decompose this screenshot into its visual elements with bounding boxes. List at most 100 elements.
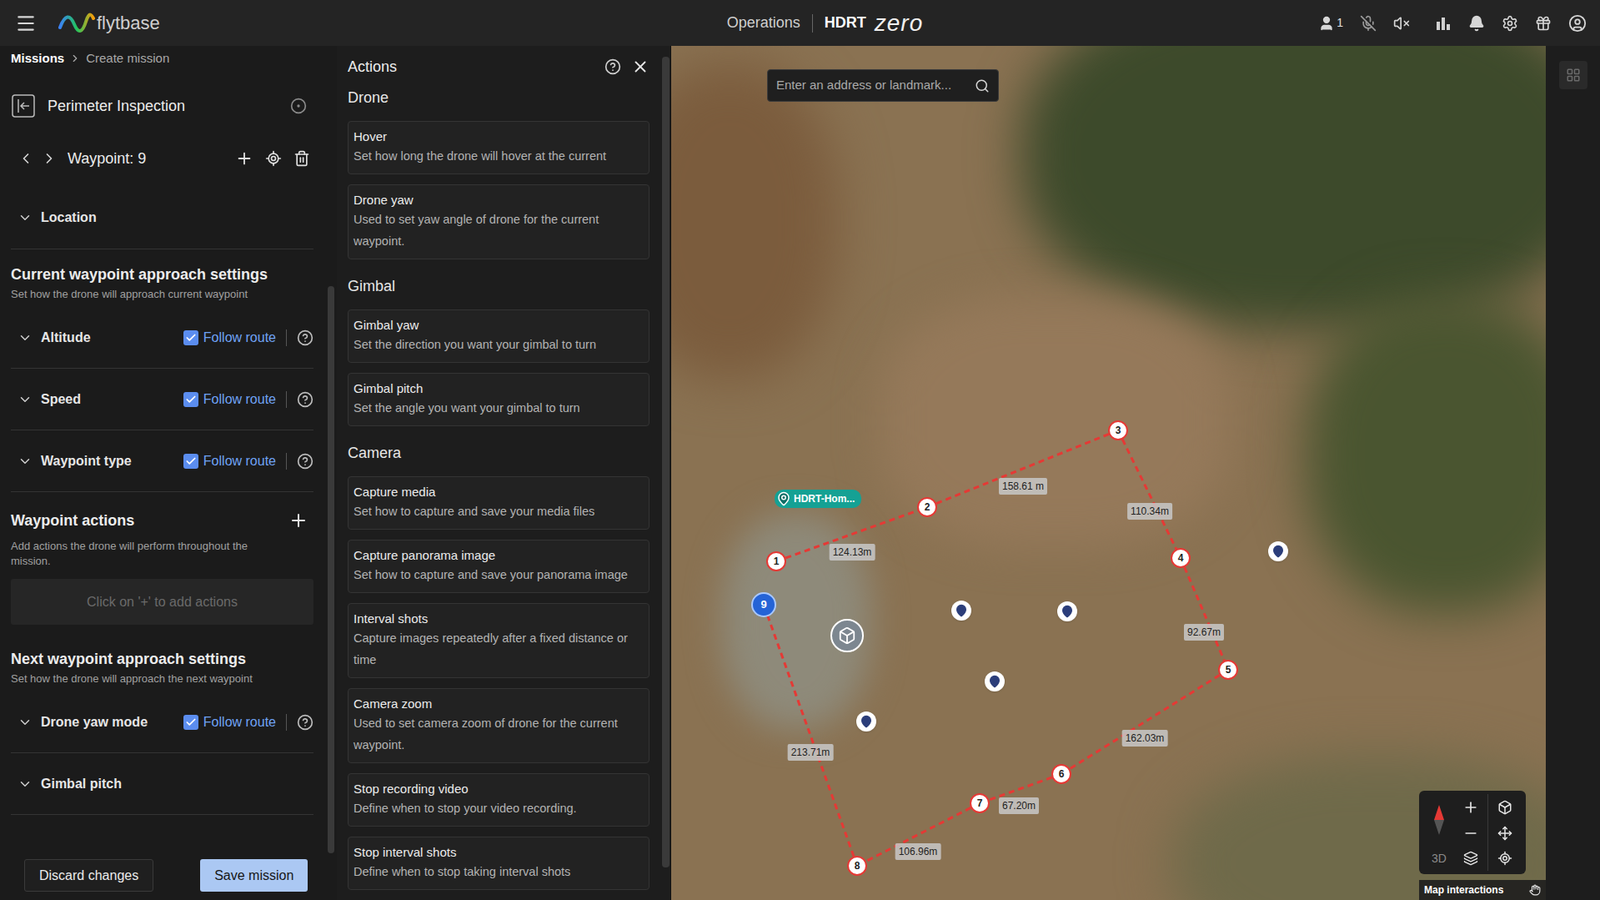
checkbox[interactable] (183, 714, 199, 730)
gift-icon[interactable] (1534, 15, 1552, 32)
chevron-icon[interactable] (17, 453, 33, 469)
action-card[interactable]: HoverSet how long the drone will hover a… (347, 120, 650, 175)
setting-row[interactable]: Drone yaw modeFollow route (10, 691, 314, 753)
layers-icon[interactable] (1463, 850, 1479, 866)
section-subtitle: Set how the drone will approach current … (10, 286, 314, 302)
pin-icon (954, 603, 969, 617)
poi-marker[interactable] (984, 671, 1005, 692)
scrollbar-thumb[interactable] (327, 285, 335, 853)
menu-icon[interactable] (15, 12, 37, 35)
map-search-input[interactable] (776, 75, 975, 96)
action-card[interactable]: Drone yawUsed to set yaw angle of drone … (347, 184, 650, 260)
waypoint-marker[interactable]: 6 (1051, 763, 1072, 784)
location-row[interactable]: Location (10, 186, 314, 250)
participants[interactable]: 1 (1318, 14, 1344, 32)
follow-route-label[interactable]: Follow route (203, 451, 276, 472)
compass-icon[interactable] (1430, 802, 1448, 837)
add-waypoint-icon[interactable] (235, 149, 254, 168)
action-card[interactable]: Interval shotsCapture images repeatedly … (347, 602, 650, 678)
analytics-icon[interactable] (1434, 15, 1452, 32)
poi-marker[interactable] (951, 600, 972, 621)
add-action-icon[interactable] (288, 510, 309, 531)
help-icon[interactable] (296, 329, 314, 347)
waypoint-marker[interactable]: 1 (766, 551, 787, 572)
discard-changes-button[interactable]: Discard changes (24, 858, 154, 892)
poi-marker[interactable] (1268, 541, 1289, 562)
help-icon[interactable] (296, 452, 314, 470)
breadcrumb-item[interactable]: Missions (10, 49, 65, 69)
nav-operations[interactable]: Operations (727, 11, 801, 35)
follow-route-label[interactable]: Follow route (203, 327, 276, 348)
action-card[interactable]: Gimbal yawSet the direction you want you… (347, 309, 650, 363)
action-card[interactable]: Stop interval shotsDefine when to stop t… (347, 836, 650, 890)
gear-icon[interactable] (1501, 15, 1519, 32)
chevron-icon[interactable] (17, 210, 33, 226)
action-card[interactable]: Capture mediaSet how to capture and save… (347, 476, 650, 530)
help-icon[interactable] (296, 713, 314, 731)
setting-row[interactable]: AltitudeFollow route (10, 306, 314, 369)
action-card[interactable]: Stop recording videoDefine when to stop … (347, 772, 650, 827)
chevron-icon[interactable] (17, 714, 33, 730)
locate-icon[interactable] (1497, 850, 1513, 866)
view-toggle[interactable]: 3D (1431, 845, 1447, 871)
previous-waypoint-icon[interactable] (17, 150, 35, 167)
divider (812, 14, 813, 33)
search-icon[interactable] (974, 78, 990, 94)
breadcrumb-item: Create mission (85, 49, 170, 69)
actions-placeholder[interactable]: Click on '+' to add actions (10, 578, 314, 625)
exit-mission-icon[interactable] (10, 93, 36, 119)
dock-marker[interactable] (830, 618, 864, 653)
locate-waypoint-icon[interactable] (265, 150, 282, 167)
checkbox[interactable] (183, 330, 199, 346)
mission-name[interactable]: Perimeter Inspection (47, 95, 186, 118)
help-icon[interactable] (296, 391, 314, 408)
waypoint-marker[interactable]: 4 (1170, 547, 1191, 568)
waypoint-marker[interactable]: 2 (917, 496, 938, 517)
map[interactable]: HDRT-Hom...124.13m158.61 m110.34m92.67m1… (670, 45, 1546, 900)
brand[interactable]: flytbase (58, 9, 161, 37)
waypoint-marker[interactable]: 9 (751, 591, 777, 617)
follow-route-label[interactable]: Follow route (203, 389, 276, 410)
target-icon[interactable] (290, 97, 307, 115)
analytics-button[interactable] (1434, 15, 1452, 32)
waypoint-marker[interactable]: 3 (1108, 420, 1129, 441)
action-card[interactable]: Capture panorama imageSet how to capture… (347, 539, 650, 593)
zoom-out-icon[interactable] (1462, 824, 1480, 842)
bell-icon[interactable] (1468, 15, 1485, 32)
check-icon (185, 331, 197, 344)
widgets-button[interactable] (1559, 60, 1588, 90)
waypoint-marker[interactable]: 5 (1218, 659, 1239, 680)
poi-marker[interactable] (856, 711, 877, 732)
close-icon[interactable] (631, 57, 650, 76)
setting-row[interactable]: SpeedFollow route (10, 368, 314, 431)
follow-route-label[interactable]: Follow route (203, 712, 276, 733)
setting-row[interactable]: Gimbal pitch (10, 752, 314, 815)
help-icon[interactable] (604, 58, 622, 76)
zoom-in-icon[interactable] (1462, 798, 1480, 816)
chevron-icon[interactable] (17, 330, 33, 346)
fit-icon[interactable] (1497, 825, 1513, 841)
mic-off-icon[interactable] (1359, 15, 1377, 32)
action-card[interactable]: Camera zoomUsed to set camera zoom of dr… (347, 687, 650, 763)
save-mission-button[interactable]: Save mission (200, 858, 308, 892)
chevron-icon[interactable] (17, 391, 33, 407)
checkbox[interactable] (183, 453, 199, 469)
scrollbar-thumb[interactable] (662, 56, 670, 868)
poi-marker[interactable] (1057, 601, 1078, 622)
setting-row[interactable]: Waypoint type Follow route (10, 430, 314, 492)
profile-icon[interactable] (1568, 14, 1587, 33)
next-waypoint-icon[interactable] (40, 150, 58, 167)
home-marker[interactable]: HDRT-Hom... (774, 489, 862, 508)
map-interactions[interactable]: Map interactions (1419, 879, 1546, 900)
setting-label: Waypoint type (40, 451, 132, 472)
action-description: Capture images repeatedly after a fixed … (353, 626, 644, 671)
waypoint-marker[interactable]: 8 (847, 855, 868, 876)
3d-box-icon[interactable] (1497, 799, 1513, 815)
delete-waypoint-icon[interactable] (293, 150, 311, 167)
action-card[interactable]: Gimbal pitchSet the angle you want your … (347, 372, 650, 427)
checkbox[interactable] (183, 391, 199, 407)
scrollbar (324, 45, 337, 900)
speaker-off-icon[interactable] (1393, 15, 1410, 32)
chevron-icon[interactable] (17, 776, 33, 792)
waypoint-marker[interactable]: 7 (969, 792, 990, 813)
